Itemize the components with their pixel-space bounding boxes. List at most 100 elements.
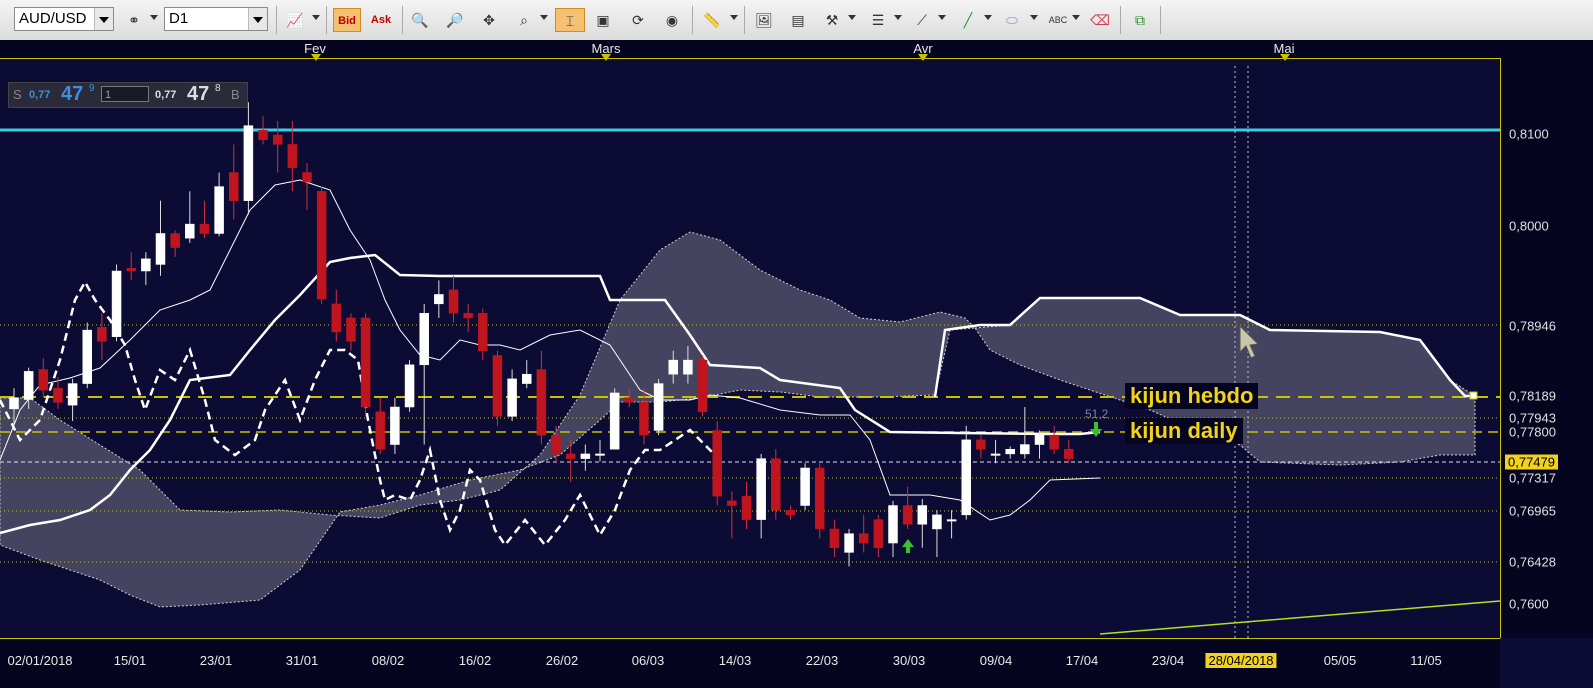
- bear-candle-body: [97, 327, 107, 342]
- ellipse-icon[interactable]: ⬭: [1000, 8, 1024, 32]
- candle: [829, 519, 840, 558]
- dropdown-arrow-icon[interactable]: [540, 15, 548, 20]
- trendline-icon[interactable]: ╱: [956, 8, 980, 32]
- kijun-hebdo-label: kijun hebdo: [1125, 383, 1259, 409]
- sell-label[interactable]: S: [13, 87, 22, 102]
- bid-button[interactable]: Bid: [333, 8, 361, 32]
- bull-candle-body: [185, 223, 195, 239]
- ask-pips[interactable]: 47: [187, 83, 209, 106]
- dropdown-arrow-icon[interactable]: [150, 15, 158, 20]
- candle: [82, 322, 92, 389]
- candle: [478, 308, 488, 361]
- dropdown-arrow-icon[interactable]: [312, 15, 320, 20]
- bear-candle-body: [815, 467, 825, 530]
- candle: [214, 172, 224, 237]
- bear-candle-body: [858, 533, 869, 544]
- chevron-down-icon[interactable]: [248, 8, 267, 30]
- bid-fraction[interactable]: 9: [89, 83, 95, 94]
- chevron-down-icon[interactable]: [94, 8, 113, 30]
- date-tick: 26/02: [545, 653, 579, 668]
- bear-candle-body: [551, 434, 561, 455]
- ask-prefix[interactable]: 0,77: [155, 89, 176, 101]
- tools-icon[interactable]: ⚒: [820, 8, 844, 32]
- bull-candle-body: [1034, 434, 1045, 445]
- zoom-out-icon[interactable]: 🔎: [443, 8, 467, 32]
- dropdown-arrow-icon[interactable]: [938, 15, 946, 20]
- cursor-icon[interactable]: ✥: [477, 8, 501, 32]
- dropdown-arrow-icon[interactable]: [730, 15, 738, 20]
- crosshair-icon[interactable]: ⌶: [555, 8, 585, 32]
- dropdown-arrow-icon[interactable]: [848, 15, 856, 20]
- bull-candle-body: [214, 186, 224, 234]
- candle: [199, 200, 210, 239]
- magnifier-icon[interactable]: ⌕: [512, 8, 536, 32]
- symbol-select[interactable]: AUD/USD: [14, 7, 114, 31]
- ruler-icon[interactable]: 📏: [700, 8, 724, 32]
- bid-prefix[interactable]: 0,77: [29, 89, 50, 101]
- separator: [744, 6, 745, 34]
- candle: [302, 163, 312, 211]
- dropdown-arrow-icon[interactable]: [1072, 15, 1080, 20]
- bull-candle-body: [609, 392, 620, 450]
- fan-icon[interactable]: ⟋: [910, 8, 934, 32]
- candle: [111, 264, 122, 342]
- toolbar: AUD/USD ⚭ D1 📈 Bid Ask 🔍 🔎 ✥ ⌕ ⌶ ▣ ⟳ ◉ 📏…: [0, 0, 1593, 41]
- price-tick: 0,8000: [1509, 218, 1549, 234]
- eraser-icon[interactable]: ⌫: [1088, 8, 1112, 32]
- ask-button[interactable]: Ask: [367, 8, 395, 32]
- date-tick: 22/03: [805, 653, 839, 668]
- chart-area[interactable]: 51,2: [0, 58, 1500, 638]
- date-tick: 30/03: [892, 653, 926, 668]
- dropdown-arrow-icon[interactable]: [1030, 15, 1038, 20]
- bull-candle-body: [961, 439, 971, 516]
- price-chart[interactable]: 51,2: [0, 58, 1500, 638]
- bear-candle-body: [624, 397, 635, 403]
- bear-candle-body: [785, 509, 796, 516]
- buy-label[interactable]: B: [231, 87, 240, 102]
- date-axis[interactable]: 02/01/2018 15/01 23/01 31/01 08/02 16/02…: [0, 638, 1500, 688]
- price-tick: 0,8100: [1509, 126, 1549, 142]
- candle: [976, 435, 986, 459]
- bid-pips[interactable]: 47: [61, 83, 83, 106]
- candle: [463, 303, 473, 332]
- bear-candle-body: [873, 519, 884, 548]
- zoom-in-icon[interactable]: 🔍: [408, 8, 432, 32]
- price-tick: 0,7600: [1509, 596, 1549, 612]
- bear-candle-body: [170, 233, 180, 248]
- ichimoku-cloud: [0, 231, 977, 608]
- bear-candle-body: [448, 289, 459, 314]
- candle: [858, 514, 869, 553]
- lines-icon[interactable]: ☰: [866, 8, 890, 32]
- candle: [917, 498, 928, 548]
- globe-icon[interactable]: ◉: [660, 8, 684, 32]
- date-tick: 17/04: [1065, 653, 1099, 668]
- ask-fraction[interactable]: 8: [215, 83, 221, 94]
- candle: [741, 482, 752, 529]
- bear-candle-body: [316, 191, 327, 300]
- hierarchy-icon[interactable]: ⧉: [1128, 8, 1152, 32]
- candle: [785, 505, 796, 520]
- price-axis[interactable]: 0,8100 0,8000 0,78946 0,78189 0,77943 0,…: [1500, 58, 1593, 638]
- price-tick: 0,77317: [1509, 470, 1556, 486]
- timeframe-select[interactable]: D1: [164, 7, 268, 31]
- bull-candle-body: [800, 467, 810, 506]
- candle: [946, 510, 957, 539]
- candle: [185, 191, 195, 243]
- symbol-link-icon[interactable]: ⚭: [122, 8, 146, 32]
- price-tick: 0,77800: [1509, 424, 1556, 440]
- separator: [326, 6, 327, 34]
- date-tick: 15/01: [113, 653, 147, 668]
- chart-type-icon[interactable]: 📈: [283, 8, 307, 32]
- screenshot-icon[interactable]: ▣: [591, 8, 615, 32]
- refresh-icon[interactable]: ⟳: [626, 8, 650, 32]
- image-icon[interactable]: 🖼: [752, 8, 776, 32]
- indicator-icon[interactable]: ▤: [786, 8, 810, 32]
- candle: [580, 444, 591, 471]
- bull-candle-body: [668, 359, 678, 375]
- candle: [419, 303, 429, 445]
- text-tool-icon[interactable]: ABC: [1046, 8, 1070, 32]
- quantity-stepper[interactable]: 1: [101, 86, 149, 102]
- dropdown-arrow-icon[interactable]: [894, 15, 902, 20]
- bear-candle-body: [829, 528, 840, 548]
- dropdown-arrow-icon[interactable]: [984, 15, 992, 20]
